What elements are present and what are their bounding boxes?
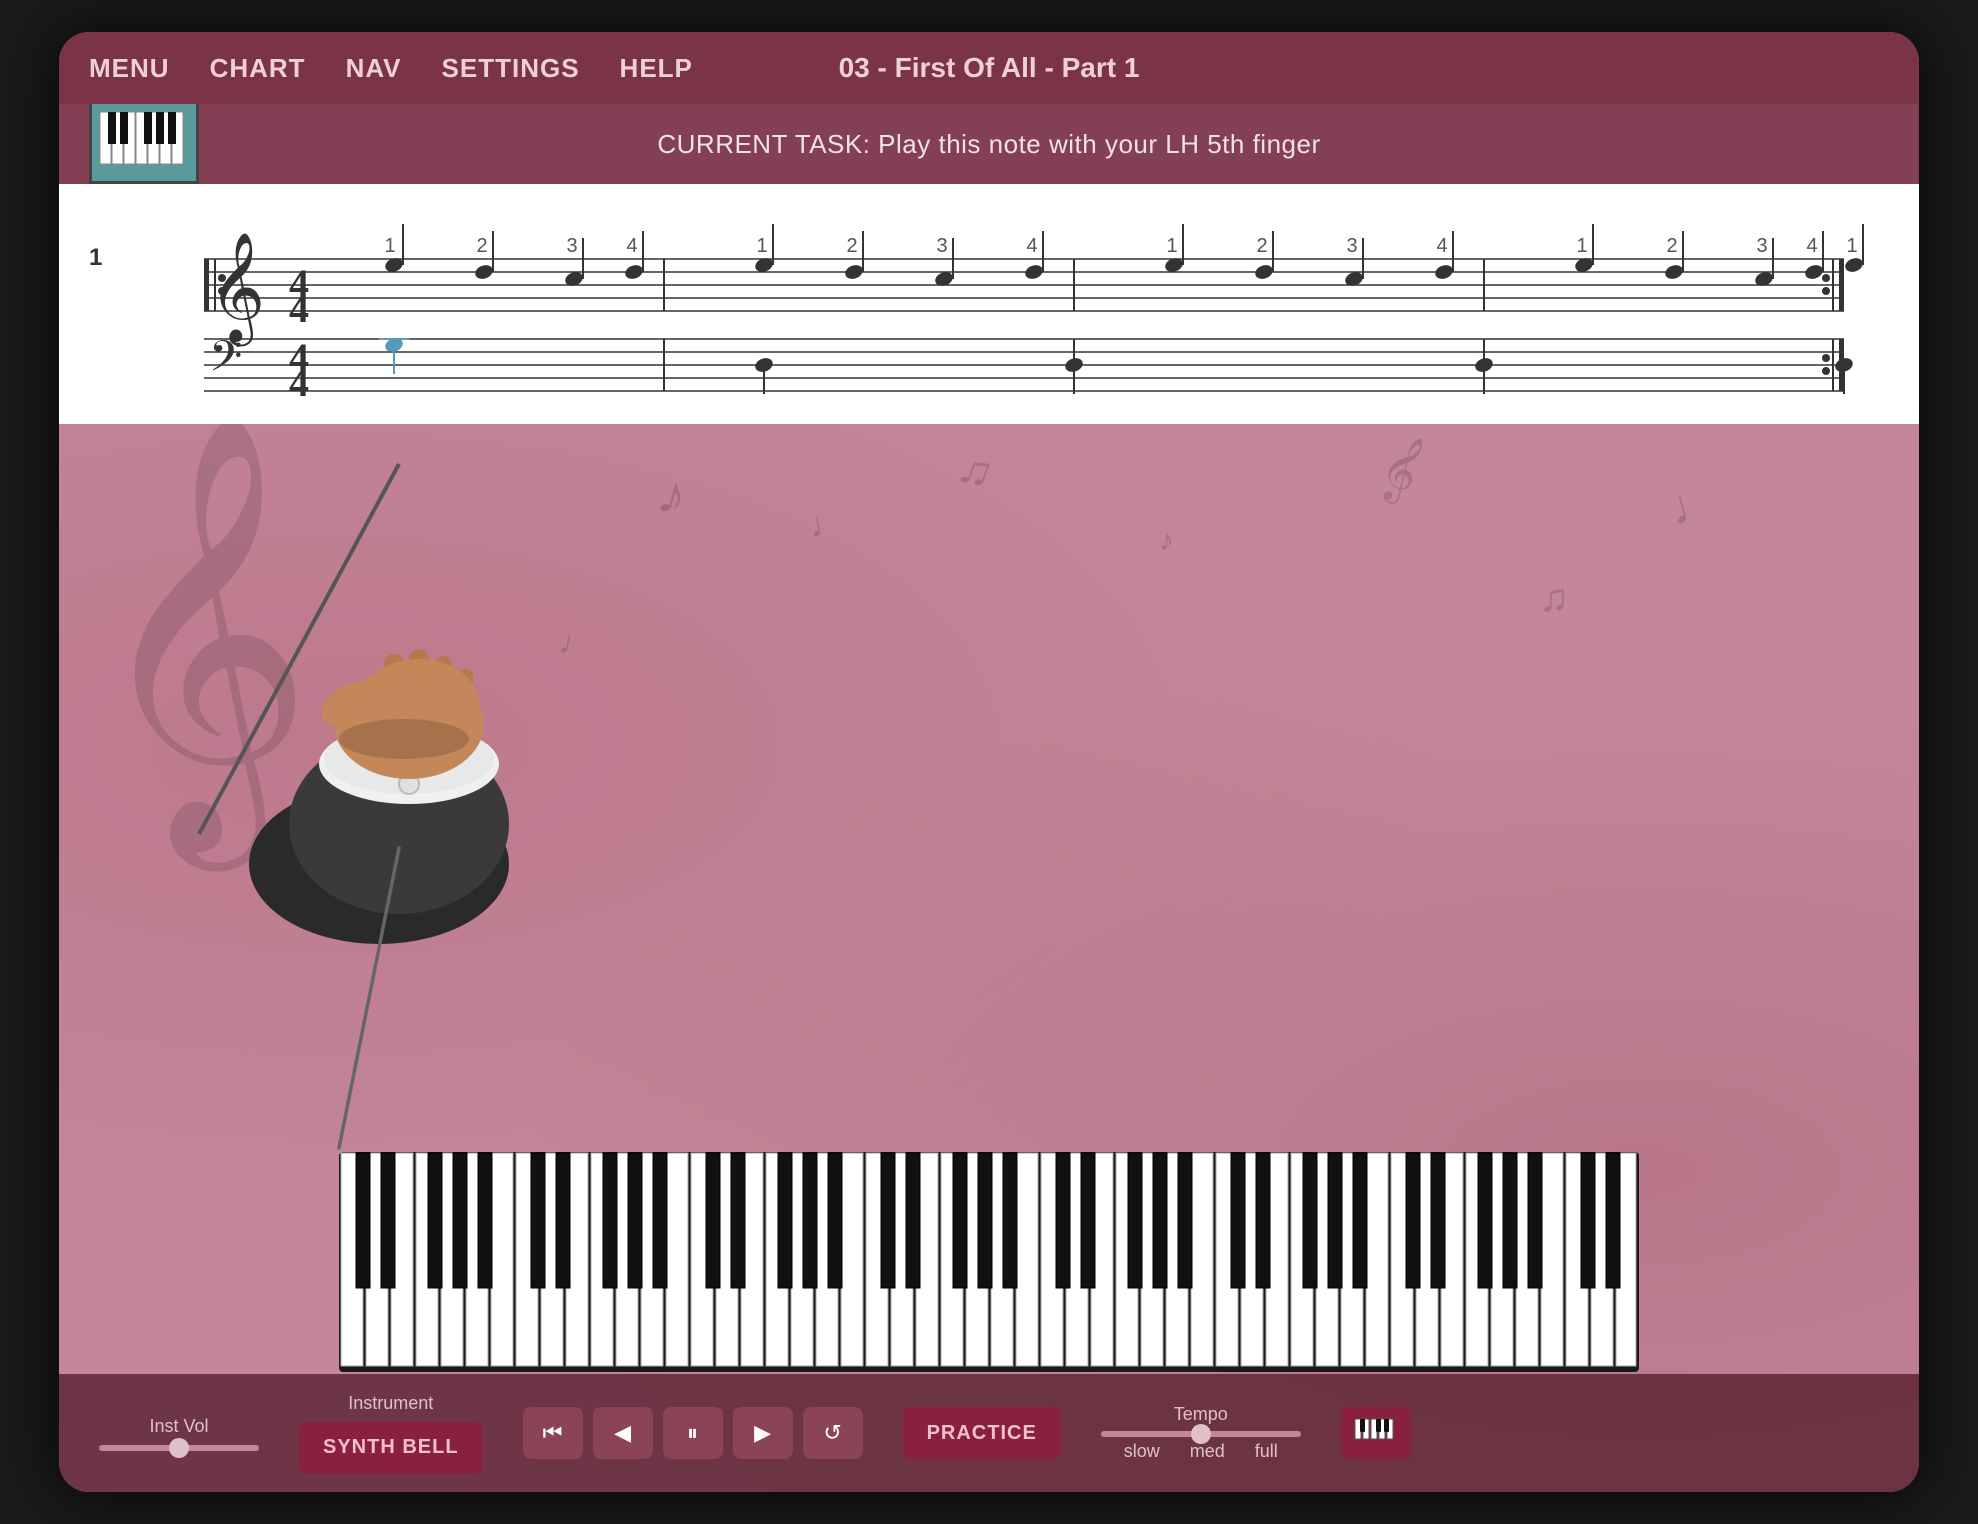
play-button[interactable]: ▶ xyxy=(733,1407,793,1459)
rewind-button[interactable]: ⏮ xyxy=(523,1407,583,1459)
control-bar: Inst Vol Instrument SYNTH BELL ⏮ ◀ ⏸ xyxy=(59,1374,1919,1492)
svg-text:1: 1 xyxy=(1846,235,1857,257)
tempo-full: full xyxy=(1255,1441,1278,1462)
svg-text:2: 2 xyxy=(1256,235,1267,257)
task-text: CURRENT TASK: Play this note with your L… xyxy=(89,129,1889,160)
svg-text:4: 4 xyxy=(289,286,309,331)
svg-text:3: 3 xyxy=(1756,235,1767,257)
tempo-section: Tempo slow med full xyxy=(1101,1404,1301,1462)
keyboard-toggle-section xyxy=(1341,1407,1411,1459)
practice-section: PRACTICE xyxy=(903,1407,1061,1459)
tempo-med: med xyxy=(1190,1441,1225,1462)
svg-text:4: 4 xyxy=(1436,235,1447,257)
menu-item-help[interactable]: HELP xyxy=(620,53,693,84)
menu-item-settings[interactable]: SETTINGS xyxy=(442,53,580,84)
tempo-label: Tempo xyxy=(1174,1404,1228,1425)
inst-vol-label: Inst Vol xyxy=(149,1416,208,1437)
play-icon: ▶ xyxy=(754,1420,771,1446)
piano-keyboard-container: /* keys drawn below */ xyxy=(339,1152,1639,1372)
piano-icon-svg xyxy=(99,110,189,168)
conductor-svg xyxy=(119,424,619,1044)
inst-vol-slider[interactable] xyxy=(99,1445,259,1451)
tempo-slider[interactable] xyxy=(1101,1431,1301,1437)
svg-text:4: 4 xyxy=(1026,235,1037,257)
instrument-section: Instrument SYNTH BELL xyxy=(299,1393,483,1474)
practice-button[interactable]: PRACTICE xyxy=(903,1407,1061,1459)
inst-vol-section: Inst Vol xyxy=(99,1416,259,1451)
svg-text:4: 4 xyxy=(289,360,309,404)
menu-item-nav[interactable]: NAV xyxy=(346,53,402,84)
svg-text:2: 2 xyxy=(476,235,487,257)
page-title: 03 - First Of All - Part 1 xyxy=(839,52,1140,84)
pause-button[interactable]: ⏸ xyxy=(663,1407,723,1459)
transport-controls: ⏮ ◀ ⏸ ▶ ↺ xyxy=(523,1407,863,1459)
refresh-icon: ↺ xyxy=(823,1420,841,1446)
back-icon: ◀ xyxy=(614,1420,631,1446)
svg-text:3: 3 xyxy=(1346,235,1357,257)
staff-svg: 𝄞 𝄢 4 4 4 4 xyxy=(119,204,1879,404)
svg-text:𝄢: 𝄢 xyxy=(209,334,242,391)
svg-text:1: 1 xyxy=(756,235,767,257)
instrument-button[interactable]: SYNTH BELL xyxy=(299,1422,483,1474)
svg-text:4: 4 xyxy=(626,235,637,257)
back-button[interactable]: ◀ xyxy=(593,1407,653,1459)
piano-keyboard-svg: /* keys drawn below */ xyxy=(339,1152,1639,1372)
svg-text:4: 4 xyxy=(1806,235,1817,257)
tempo-slow: slow xyxy=(1124,1441,1160,1462)
svg-text:1: 1 xyxy=(384,235,395,257)
menu-bar: MENU CHART NAV SETTINGS HELP 03 - First … xyxy=(59,32,1919,104)
sheet-music-area: 1 𝄞 𝄢 4 4 xyxy=(59,184,1919,424)
refresh-button[interactable]: ↺ xyxy=(803,1407,863,1459)
svg-text:3: 3 xyxy=(936,235,947,257)
piano-icon[interactable] xyxy=(89,94,199,184)
svg-text:3: 3 xyxy=(566,235,577,257)
rewind-icon: ⏮ xyxy=(543,1420,563,1446)
menu-item-chart[interactable]: CHART xyxy=(210,53,306,84)
task-bar: CURRENT TASK: Play this note with your L… xyxy=(59,104,1919,184)
svg-text:1: 1 xyxy=(1166,235,1177,257)
svg-text:2: 2 xyxy=(846,235,857,257)
svg-text:1: 1 xyxy=(1576,235,1587,257)
instrument-label: Instrument xyxy=(348,1393,433,1414)
keyboard-toggle-icon xyxy=(1354,1418,1398,1448)
measure-number: 1 xyxy=(89,244,102,272)
lower-visual-area: 𝄞 ♪ ♩ ♫ ♪ ♩ ♫ ♩ 𝄞 xyxy=(59,424,1919,1492)
svg-text:𝄞: 𝄞 xyxy=(209,234,265,347)
svg-text:2: 2 xyxy=(1666,235,1677,257)
menu-item-menu[interactable]: MENU xyxy=(89,53,170,84)
keyboard-toggle-button[interactable] xyxy=(1341,1407,1411,1459)
pause-icon: ⏸ xyxy=(687,1420,698,1446)
